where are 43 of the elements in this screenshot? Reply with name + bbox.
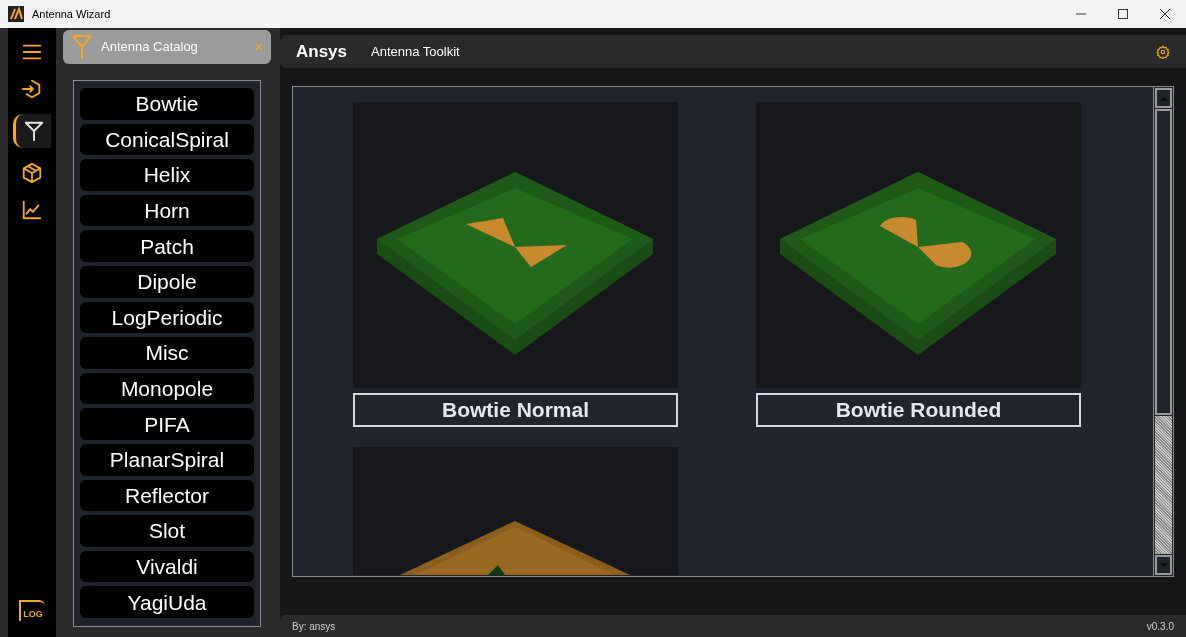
catalog-item[interactable]: Bowtie: [80, 88, 254, 120]
card-title[interactable]: Bowtie Normal: [353, 393, 678, 427]
maximize-icon[interactable]: [1118, 9, 1128, 19]
card-title[interactable]: Bowtie Rounded: [756, 393, 1081, 427]
close-icon[interactable]: [1160, 9, 1170, 19]
scrollbar[interactable]: [1153, 87, 1173, 576]
app-logo-icon: [8, 6, 24, 22]
version-label: v0.3.0: [1146, 619, 1174, 634]
window-title: Antenna Wizard: [32, 6, 111, 22]
cube-icon: [21, 162, 43, 184]
log-button[interactable]: LOG: [19, 599, 45, 621]
catalog-item[interactable]: Patch: [80, 230, 254, 262]
catalog-item[interactable]: Slot: [80, 515, 254, 547]
antenna-icon: [22, 120, 45, 142]
catalog-item[interactable]: PlanarSpiral: [80, 443, 254, 476]
catalog-item[interactable]: Misc: [80, 337, 254, 369]
catalog-item[interactable]: ConicalSpiral: [80, 123, 254, 156]
scroll-down-button[interactable]: [1155, 555, 1172, 575]
chart-icon: [21, 199, 43, 221]
preview-frame[interactable]: [353, 102, 678, 388]
author-label: By: ansys: [292, 619, 336, 634]
scroll-up-button[interactable]: [1155, 88, 1172, 108]
ansys-logo: Ansys: [296, 40, 348, 63]
preview-frame[interactable]: [756, 102, 1081, 388]
up-arrow-icon: [1159, 95, 1168, 101]
catalog-item[interactable]: Monopole: [80, 372, 254, 405]
catalog-item[interactable]: Reflector: [80, 479, 254, 512]
catalog-item[interactable]: Dipole: [80, 265, 254, 298]
scroll-thumb[interactable]: [1155, 109, 1172, 415]
header-title: Antenna Toolkit: [371, 42, 460, 61]
catalog-item[interactable]: PIFA: [80, 408, 254, 440]
down-arrow-icon: [1159, 562, 1168, 568]
tab-label: Antenna Catalog: [101, 38, 198, 57]
antenna-icon: [71, 34, 93, 60]
sign-in-icon: [21, 78, 43, 100]
nav-button[interactable]: [13, 114, 51, 148]
catalog-item[interactable]: YagiUda: [80, 586, 254, 618]
preview-frame[interactable]: [353, 447, 678, 575]
catalog-item[interactable]: LogPeriodic: [80, 301, 254, 334]
catalog-item[interactable]: Vivaldi: [80, 550, 254, 583]
catalog-item[interactable]: Horn: [80, 194, 254, 227]
settings-icon[interactable]: [1156, 44, 1170, 59]
catalog-item[interactable]: Helix: [80, 159, 254, 191]
